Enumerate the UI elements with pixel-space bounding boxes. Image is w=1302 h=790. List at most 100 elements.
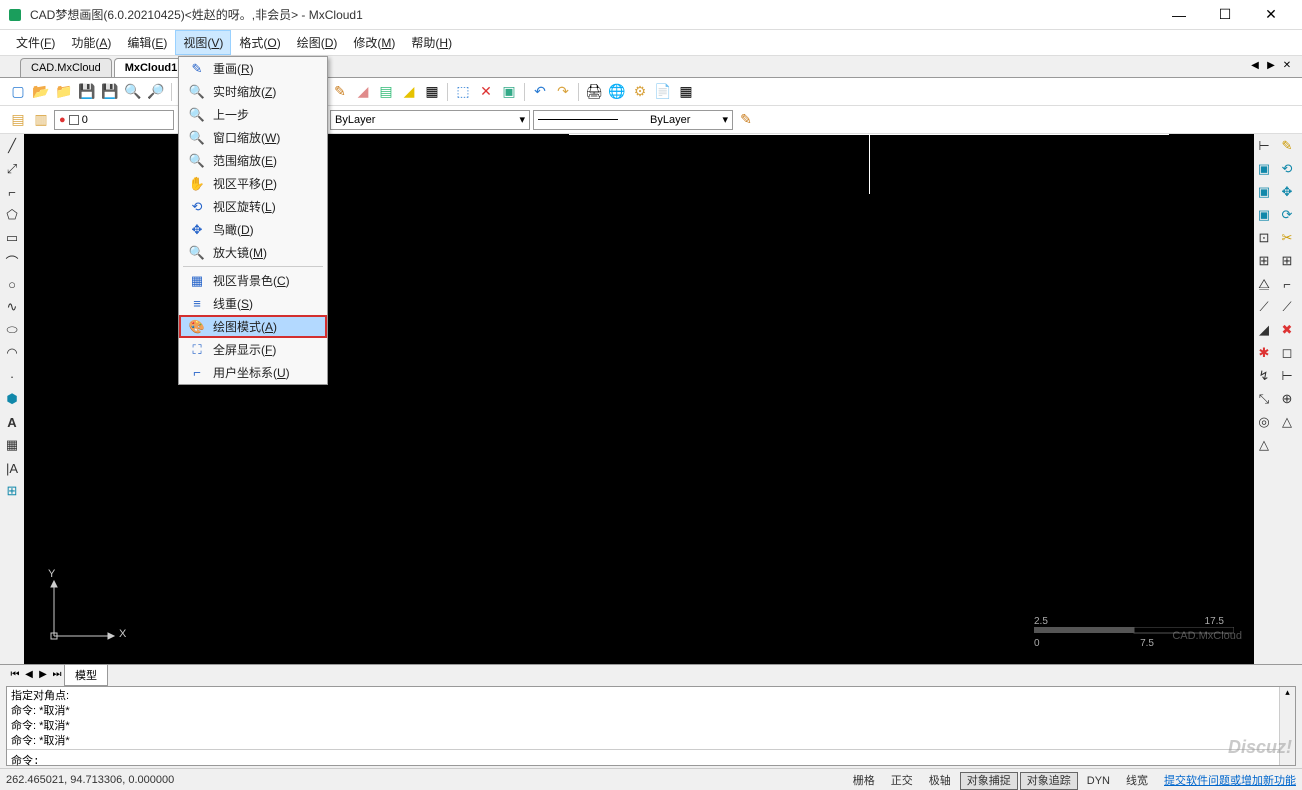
status-toggle-6[interactable]: 线宽 (1119, 772, 1155, 790)
stretch-icon[interactable]: ⊡ (1254, 228, 1274, 248)
tab-first-icon[interactable]: ⏮ (8, 669, 22, 680)
chamfer-icon[interactable]: ◢ (1254, 320, 1274, 340)
xline-icon[interactable]: ⤢ (2, 159, 22, 179)
rectangle-icon[interactable]: ▭ (2, 228, 22, 248)
view-menu-item-0[interactable]: ✎重画(R) (179, 57, 327, 80)
menu-3[interactable]: 视图(V) (175, 30, 231, 55)
pdf-icon[interactable]: 📄 (653, 82, 673, 102)
view-menu-item-12[interactable]: 🎨绘图模式(A) (179, 315, 327, 338)
doc-tab[interactable]: CAD.MxCloud (20, 58, 112, 77)
open-icon[interactable]: 📂 (31, 82, 51, 102)
clip-icon[interactable]: ◻ (1277, 343, 1297, 363)
hatch-icon[interactable]: ▦ (2, 435, 22, 455)
status-toggle-2[interactable]: 极轴 (922, 772, 958, 790)
lineweight-dropdown[interactable]: ByLayer▾ (533, 110, 733, 130)
polyline-icon[interactable]: ⌐ (2, 182, 22, 202)
view-menu-item-6[interactable]: ⟲视区旋转(L) (179, 195, 327, 218)
dim5-icon[interactable]: △ (1277, 412, 1297, 432)
layer-mgr-icon[interactable]: ▤ (8, 110, 28, 130)
eraser-icon[interactable]: ◢ (353, 82, 373, 102)
join-icon[interactable]: ✱ (1254, 343, 1274, 363)
region-icon[interactable]: ⊞ (2, 481, 22, 501)
view-menu-item-2[interactable]: 🔍上一步 (179, 103, 327, 126)
move-icon[interactable]: ✕ (476, 82, 496, 102)
move2-icon[interactable]: ✥ (1277, 182, 1297, 202)
tab-next2-icon[interactable]: ▶ (36, 669, 50, 680)
layer-prop-icon[interactable]: ▥ (31, 110, 51, 130)
align-icon[interactable]: ⧋ (1254, 274, 1274, 294)
tab-last-icon[interactable]: ⏭ (50, 669, 64, 680)
mtext-icon[interactable]: |A (2, 458, 22, 478)
open2-icon[interactable]: 📁 (54, 82, 74, 102)
undo-icon[interactable]: ↶ (530, 82, 550, 102)
saveas-icon[interactable]: 💾 (100, 82, 120, 102)
layer-dropdown[interactable]: ● 0 (54, 110, 174, 130)
fill-icon[interactable]: ▦ (422, 82, 442, 102)
scrollbar[interactable]: ▴ (1279, 687, 1295, 765)
redo-icon[interactable]: ↷ (553, 82, 573, 102)
spline-icon[interactable]: ∿ (2, 297, 22, 317)
view-menu-item-11[interactable]: ≡线重(S) (179, 292, 327, 315)
view-menu-item-10[interactable]: ▦视区背景色(C) (179, 269, 327, 292)
view-menu-item-1[interactable]: 🔍实时缩放(Z) (179, 80, 327, 103)
view-menu-item-7[interactable]: ✥鸟瞰(D) (179, 218, 327, 241)
block-icon[interactable]: ⬢ (2, 389, 22, 409)
view-menu-item-4[interactable]: 🔍范围缩放(E) (179, 149, 327, 172)
model-tab[interactable]: 模型 (64, 664, 108, 686)
grid-icon[interactable]: ⊞ (1254, 251, 1274, 271)
brush2-icon[interactable]: ✎ (736, 110, 756, 130)
menu-7[interactable]: 帮助(H) (403, 30, 460, 55)
dim4-icon[interactable]: ◎ (1254, 412, 1274, 432)
text-icon[interactable]: A (2, 412, 22, 432)
tab-prev-icon[interactable]: ◀ (1248, 58, 1262, 72)
zoom-icon[interactable]: 🔍 (123, 82, 143, 102)
dim2-icon[interactable]: ⤡ (1254, 389, 1274, 409)
save-icon[interactable]: 💾 (77, 82, 97, 102)
mirror-icon[interactable]: ▣ (1254, 182, 1274, 202)
brush-icon[interactable]: ✎ (330, 82, 350, 102)
menu-1[interactable]: 功能(A) (63, 30, 119, 55)
globe-icon[interactable]: 🌐 (607, 82, 627, 102)
polygon-icon[interactable]: ⬠ (2, 205, 22, 225)
print-icon[interactable]: 🖨 (584, 82, 604, 102)
view-menu-item-14[interactable]: ⌐用户坐标系(U) (179, 361, 327, 384)
status-toggle-5[interactable]: DYN (1080, 772, 1117, 790)
menu-5[interactable]: 绘图(D) (289, 30, 346, 55)
break-icon[interactable]: ⌐ (1277, 274, 1297, 294)
scale-icon[interactable]: ⟳ (1277, 205, 1297, 225)
view-menu-item-3[interactable]: 🔍窗口缩放(W) (179, 126, 327, 149)
status-toggle-0[interactable]: 栅格 (846, 772, 882, 790)
settings-icon[interactable]: ⚙ (630, 82, 650, 102)
explode-icon[interactable]: ✖ (1277, 320, 1297, 340)
view-menu-item-5[interactable]: ✋视区平移(P) (179, 172, 327, 195)
measure-icon[interactable]: ✎ (1277, 136, 1297, 156)
menu-0[interactable]: 文件(F) (8, 30, 63, 55)
view-menu-item-13[interactable]: ⛶全屏显示(F) (179, 338, 327, 361)
maximize-button[interactable]: ☐ (1202, 0, 1248, 30)
tab-close-icon[interactable]: ✕ (1280, 58, 1294, 72)
extend-icon[interactable]: ⟋ (1254, 297, 1274, 317)
menu-4[interactable]: 格式(O) (231, 30, 288, 55)
copy2-icon[interactable]: ▣ (1254, 159, 1274, 179)
rotate-icon[interactable]: ▣ (1254, 205, 1274, 225)
status-toggle-3[interactable]: 对象捕捉 (960, 772, 1018, 790)
feedback-link[interactable]: 提交软件问题或增加新功能 (1164, 772, 1296, 788)
layers-icon[interactable]: ▤ (376, 82, 396, 102)
zoom-in-icon[interactable]: 🔎 (146, 82, 166, 102)
erase-icon[interactable]: ↯ (1254, 366, 1274, 386)
copy-icon[interactable]: ▣ (499, 82, 519, 102)
minimize-button[interactable]: — (1156, 0, 1202, 30)
linetype-dropdown[interactable]: ByLayer▾ (330, 110, 530, 130)
highlight-icon[interactable]: ◢ (399, 82, 419, 102)
ellipse-arc-icon[interactable]: ◠ (2, 343, 22, 363)
ellipse-icon[interactable]: ⬭ (2, 320, 22, 340)
export-icon[interactable]: ▦ (676, 82, 696, 102)
select-icon[interactable]: ⬚ (453, 82, 473, 102)
view-menu-item-8[interactable]: 🔍放大镜(M) (179, 241, 327, 264)
line-icon[interactable]: ╱ (2, 136, 22, 156)
circle-icon[interactable]: ○ (2, 274, 22, 294)
tab-next-icon[interactable]: ▶ (1264, 58, 1278, 72)
new-icon[interactable]: ▢ (8, 82, 28, 102)
command-input[interactable]: 命令: (7, 749, 1295, 770)
offset-icon[interactable]: ⟲ (1277, 159, 1297, 179)
